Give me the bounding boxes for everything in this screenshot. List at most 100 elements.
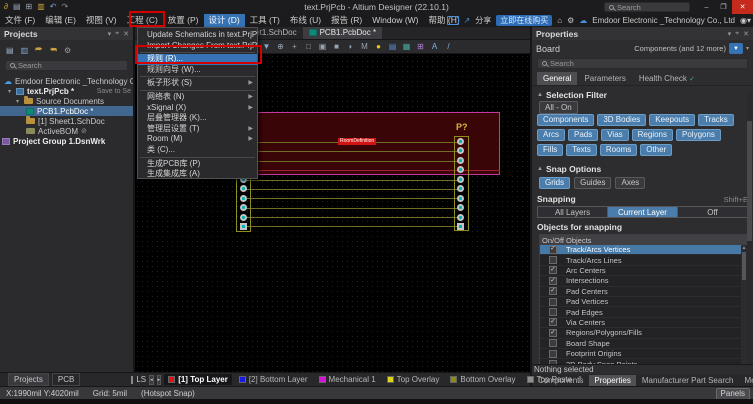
checkbox[interactable]: [549, 308, 557, 316]
tree-item-source-documents[interactable]: ▾ Source Documents: [0, 96, 133, 106]
table-row[interactable]: ✓Intersections: [540, 276, 747, 286]
pad-icon[interactable]: ▣: [318, 42, 327, 51]
checkbox[interactable]: ✓: [549, 246, 557, 254]
menu-tools[interactable]: 工具 (T): [245, 14, 285, 27]
current-layer-swatch[interactable]: [131, 376, 133, 384]
chip-arcs[interactable]: Arcs: [537, 129, 565, 141]
chip-regions[interactable]: Regions: [632, 129, 673, 141]
filter-icon[interactable]: ▼: [262, 42, 271, 51]
trace[interactable]: [243, 180, 462, 181]
table-row[interactable]: ✓Pad Centers: [540, 287, 747, 297]
table-row[interactable]: ✓Track/Arcs Vertices: [540, 245, 747, 255]
menu-edit[interactable]: 编辑 (E): [40, 14, 81, 27]
trace[interactable]: [243, 151, 462, 152]
via-icon[interactable]: ●: [374, 42, 383, 51]
maximize-button[interactable]: ❐: [715, 0, 732, 14]
menu-item-rule-wizard[interactable]: 规则向导 (W)...: [138, 65, 257, 76]
pad[interactable]: [457, 185, 464, 192]
checkbox[interactable]: [549, 298, 557, 306]
layer-color-swatch[interactable]: [579, 376, 581, 383]
menu-item-netlist[interactable]: 网络表 (N)▶: [138, 92, 257, 103]
checkbox[interactable]: ✓: [549, 329, 557, 337]
pin-icon[interactable]: ⌖: [735, 30, 739, 38]
menu-design[interactable]: 设计 (D): [204, 14, 245, 27]
pad[interactable]: [240, 185, 247, 192]
layer-set-label[interactable]: LS: [136, 375, 146, 384]
filter-dropdown-icon[interactable]: ▾: [746, 45, 749, 52]
dock-tab-projects[interactable]: Projects: [8, 373, 49, 386]
chip-3d-bodies[interactable]: 3D Bodies: [597, 114, 646, 126]
layer-bottom-overlay[interactable]: Bottom Overlay: [446, 374, 519, 385]
projects-search-input[interactable]: Search: [5, 60, 128, 71]
collapse-icon[interactable]: ▲: [537, 166, 543, 172]
close-icon[interactable]: ✕: [743, 30, 749, 38]
string-icon[interactable]: A: [430, 42, 439, 51]
image-icon[interactable]: ▦: [402, 42, 411, 51]
collapse-icon[interactable]: ▲: [537, 92, 543, 98]
chip-rooms[interactable]: Rooms: [600, 144, 637, 156]
tree-item-project[interactable]: ▾ text.PrjPcb * Save to Se: [0, 86, 133, 96]
tree-item-company[interactable]: ☁ Emdoor Electronic _Technology Co., Ltd: [0, 76, 133, 86]
chip-polygons[interactable]: Polygons: [676, 129, 721, 141]
checkbox[interactable]: [549, 350, 557, 358]
trace[interactable]: [243, 226, 462, 227]
tab-manufacturer-part-search[interactable]: Manufacturer Part Search: [637, 375, 739, 386]
filter-funnel-button[interactable]: ▼: [729, 43, 743, 54]
menu-project[interactable]: 工程 (C): [122, 14, 163, 27]
table-row[interactable]: Board Shape: [540, 339, 747, 349]
redo-icon[interactable]: ↷: [61, 0, 68, 14]
chip-vias[interactable]: Vias: [601, 129, 628, 141]
menu-item-room[interactable]: Room (M)▶: [138, 134, 257, 145]
share-button[interactable]: 分享: [475, 15, 491, 26]
pad[interactable]: [457, 166, 464, 173]
chip-fills[interactable]: Fills: [537, 144, 563, 156]
tab-general[interactable]: General: [537, 72, 577, 85]
layer-mechanical-1[interactable]: Mechanical 1: [315, 374, 380, 385]
menu-item-import-changes[interactable]: Import Changes From text.PrjPcb: [138, 41, 257, 52]
pad[interactable]: [457, 204, 464, 211]
menu-route[interactable]: 布线 (U): [285, 14, 326, 27]
buy-online-button[interactable]: 立即在线购买: [496, 15, 552, 26]
menu-reports[interactable]: 报告 (R): [326, 14, 367, 27]
crosshair-icon[interactable]: ⊕: [276, 42, 285, 51]
trace[interactable]: [243, 198, 462, 199]
pad-column-right[interactable]: [457, 138, 464, 230]
pad[interactable]: [457, 176, 464, 183]
pin-icon[interactable]: ⌖: [115, 30, 119, 38]
room-icon[interactable]: ▤: [388, 42, 397, 51]
menu-view[interactable]: 视图 (V): [81, 14, 122, 27]
panel-dropdown-icon[interactable]: ▾: [728, 30, 732, 38]
measure-icon[interactable]: M: [360, 42, 369, 51]
feedback-icon[interactable]: [447, 16, 459, 25]
prev-layer-button[interactable]: ◂: [149, 375, 154, 385]
properties-search-input[interactable]: Search: [537, 58, 748, 69]
table-row[interactable]: ✓Via Centers: [540, 318, 747, 328]
settings-icon[interactable]: ⚙: [64, 46, 71, 55]
menu-window[interactable]: Window (W): [367, 14, 423, 27]
fill-icon[interactable]: ■: [332, 42, 341, 51]
room-definition-label[interactable]: RoomDefinition: [338, 138, 376, 145]
global-search-input[interactable]: Search: [604, 2, 690, 12]
menu-place[interactable]: 放置 (P): [163, 14, 204, 27]
axes-button[interactable]: Axes: [615, 177, 645, 189]
menu-item-update-schematics[interactable]: Update Schematics in text.PrjPcb: [138, 30, 257, 41]
menu-item-layer-stack-manager[interactable]: 层叠管理器 (K)...: [138, 113, 257, 124]
tab-parameters[interactable]: Parameters: [578, 72, 631, 85]
rectangle-icon[interactable]: □: [304, 42, 313, 51]
menu-item-board-shape[interactable]: 板子形状 (S)▶: [138, 78, 257, 89]
tab-health-check[interactable]: Health Check ✓: [633, 72, 701, 85]
checkbox[interactable]: ✓: [549, 277, 557, 285]
table-row[interactable]: ✓Regions/Polygons/Fills: [540, 328, 747, 338]
open-icon[interactable]: ▥: [37, 0, 45, 14]
checkbox[interactable]: ✓: [549, 287, 557, 295]
table-row[interactable]: Pad Vertices: [540, 297, 747, 307]
undo-icon[interactable]: ↶: [50, 0, 57, 14]
checkbox[interactable]: ✓: [549, 266, 557, 274]
scroll-up-icon[interactable]: ▲: [742, 245, 747, 251]
grids-button[interactable]: Grids: [539, 177, 570, 189]
tab-messages[interactable]: Messages: [739, 375, 753, 386]
save-to-server-hint[interactable]: Save to Se: [97, 88, 133, 95]
menu-file[interactable]: 文件 (F): [0, 14, 40, 27]
table-row[interactable]: Track/Arcs Lines: [540, 255, 747, 265]
panel-scrollbar[interactable]: [747, 93, 752, 377]
